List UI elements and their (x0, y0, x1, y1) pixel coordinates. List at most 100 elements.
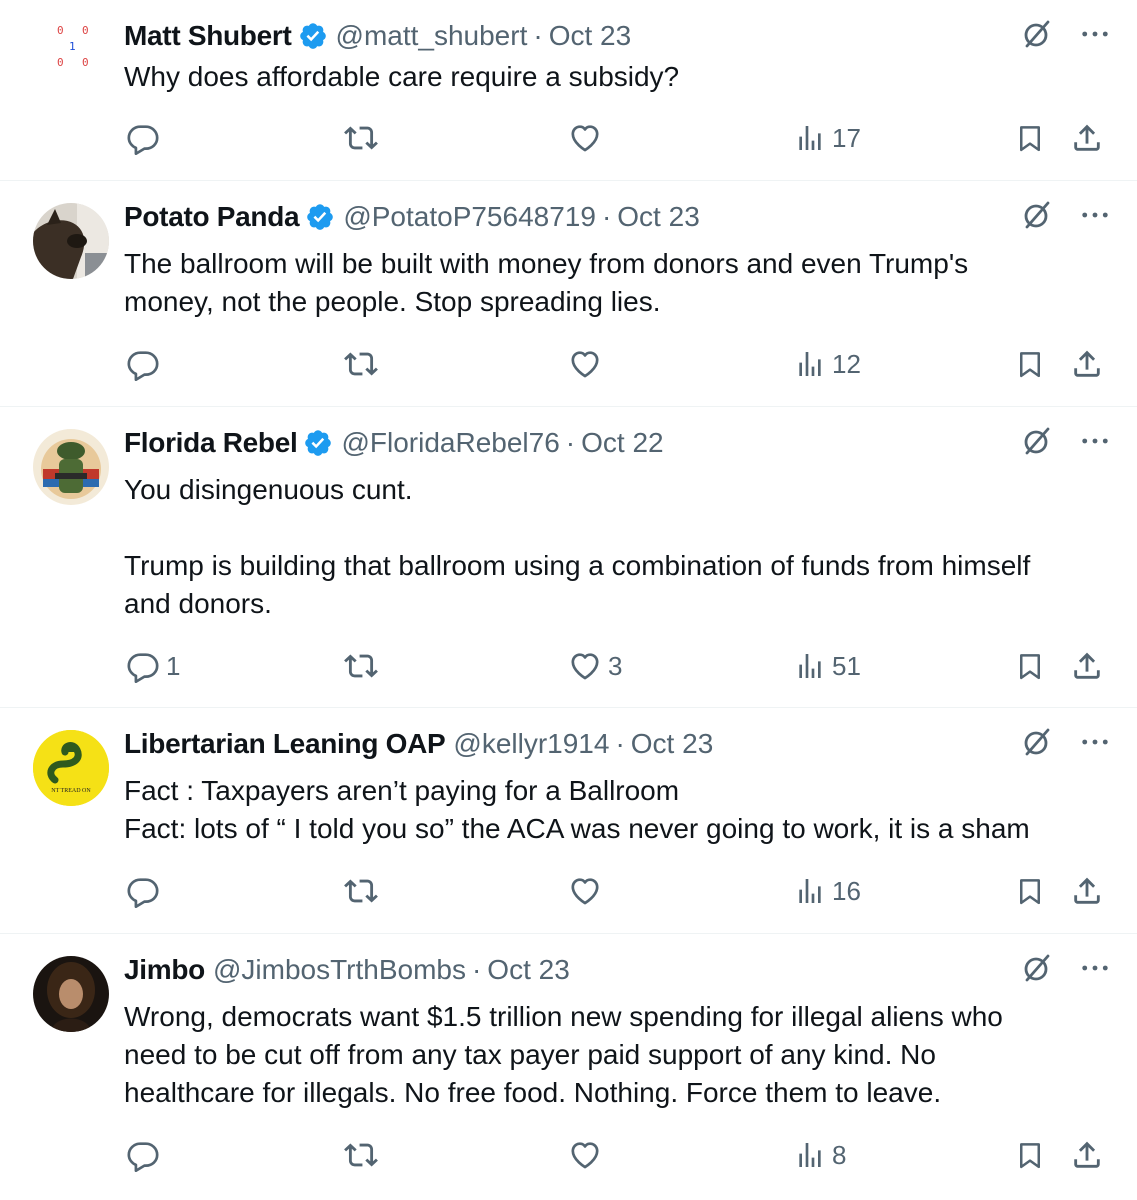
avatar[interactable]: NT TREAD ON (33, 730, 109, 806)
tweet-header: Potato Panda @PotatoP75648719 · Oct 23 (124, 197, 977, 237)
reply-icon (126, 649, 160, 683)
bookmark-icon (1015, 875, 1045, 907)
views-button[interactable]: 16 (794, 871, 861, 911)
user-handle[interactable]: @PotatoP75648719 (343, 201, 596, 233)
like-button[interactable] (568, 344, 608, 384)
tweet-actions: 8 (0, 1135, 1137, 1175)
more-icon (1081, 29, 1109, 39)
reply-button[interactable] (126, 118, 166, 158)
reply-icon (126, 874, 160, 908)
bookmark-button[interactable] (1015, 646, 1045, 686)
views-button[interactable]: 51 (794, 646, 861, 686)
more-button[interactable] (1081, 436, 1109, 446)
tweet-top-icons (1021, 199, 1109, 231)
like-button[interactable] (568, 871, 608, 911)
share-button[interactable] (1070, 118, 1104, 158)
more-button[interactable] (1081, 963, 1109, 973)
views-button[interactable]: 17 (794, 118, 861, 158)
share-button[interactable] (1070, 871, 1104, 911)
grok-button[interactable] (1021, 18, 1053, 50)
more-button[interactable] (1081, 29, 1109, 39)
avatar[interactable]: 0 0 1 0 0 (33, 14, 109, 90)
tweet-header: Matt Shubert @matt_shubert · Oct 23 (124, 16, 977, 56)
display-name[interactable]: Libertarian Leaning OAP (124, 728, 446, 760)
like-icon (568, 347, 602, 381)
share-button[interactable] (1070, 1135, 1104, 1175)
verified-badge-icon (298, 21, 328, 51)
tweet-potato-panda[interactable]: Potato Panda @PotatoP75648719 · Oct 23 T… (0, 181, 1137, 407)
avatar[interactable] (33, 203, 109, 279)
share-icon (1070, 347, 1104, 381)
reply-button[interactable] (126, 1135, 166, 1175)
retweet-icon (344, 121, 378, 155)
avatar-digit: 0 (82, 56, 89, 69)
tweet-matt-shubert[interactable]: 0 0 1 0 0 Matt Shubert @matt_shubert · O… (0, 0, 1137, 181)
tweet-date[interactable]: Oct 23 (549, 20, 631, 52)
verified-badge-icon (305, 202, 335, 232)
like-button[interactable] (568, 1135, 608, 1175)
retweet-button[interactable] (344, 118, 384, 158)
like-button[interactable]: 3 (568, 646, 622, 686)
like-icon (568, 121, 602, 155)
reply-button[interactable] (126, 344, 166, 384)
grok-icon (1021, 199, 1053, 231)
reply-button[interactable] (126, 871, 166, 911)
bookmark-button[interactable] (1015, 1135, 1045, 1175)
share-button[interactable] (1070, 646, 1104, 686)
grok-button[interactable] (1021, 199, 1053, 231)
verified-badge-icon (303, 428, 333, 458)
separator-dot: · (471, 954, 482, 985)
views-button[interactable]: 12 (794, 344, 861, 384)
user-handle[interactable]: @kellyr1914 (453, 728, 609, 760)
separator-dot: · (615, 728, 625, 759)
reply-button[interactable]: 1 (126, 646, 180, 686)
grok-button[interactable] (1021, 425, 1053, 457)
user-handle[interactable]: @matt_shubert (336, 20, 528, 52)
retweet-button[interactable] (344, 646, 384, 686)
tweet-top-icons (1021, 18, 1109, 50)
avatar-digits-image: 0 0 1 0 0 (57, 24, 89, 69)
retweet-button[interactable] (344, 344, 384, 384)
bookmark-button[interactable] (1015, 344, 1045, 384)
avatar-digit: 1 (69, 40, 76, 53)
grok-button[interactable] (1021, 726, 1053, 758)
share-button[interactable] (1070, 344, 1104, 384)
tweet-date[interactable]: Oct 23 (487, 954, 569, 986)
tweet-date[interactable]: Oct 23 (617, 201, 699, 233)
bookmark-button[interactable] (1015, 118, 1045, 158)
grok-button[interactable] (1021, 952, 1053, 984)
tweet-date[interactable]: Oct 22 (581, 427, 663, 459)
user-handle[interactable]: @FloridaRebel76 (341, 427, 559, 459)
tweet-actions: 17 (0, 118, 1137, 158)
grok-icon (1021, 425, 1053, 457)
user-handle[interactable]: @JimbosTrthBombs (213, 954, 466, 986)
more-button[interactable] (1081, 737, 1109, 747)
display-name[interactable]: Florida Rebel (124, 427, 298, 459)
tweet-top-icons (1021, 425, 1109, 457)
avatar[interactable] (33, 956, 109, 1032)
display-name[interactable]: Matt Shubert (124, 20, 292, 52)
retweet-button[interactable] (344, 871, 384, 911)
views-button[interactable]: 8 (794, 1135, 846, 1175)
bookmark-button[interactable] (1015, 871, 1045, 911)
avatar-flag-text: NT TREAD ON (51, 788, 91, 794)
avatar[interactable] (33, 429, 109, 505)
tweet-jimbo[interactable]: Jimbo @JimbosTrthBombs · Oct 23 Wrong, d… (0, 934, 1137, 1200)
more-icon (1081, 436, 1109, 446)
reply-icon (126, 121, 160, 155)
grok-icon (1021, 952, 1053, 984)
display-name[interactable]: Potato Panda (124, 201, 300, 233)
tweet-header: Florida Rebel @FloridaRebel76 · Oct 22 (124, 423, 977, 463)
tweet-text: Fact : Taxpayers aren’t paying for a Bal… (124, 775, 1030, 844)
tweet-florida-rebel[interactable]: Florida Rebel @FloridaRebel76 · Oct 22 Y… (0, 407, 1137, 708)
retweet-icon (344, 347, 378, 381)
display-name[interactable]: Jimbo (124, 954, 205, 986)
retweet-button[interactable] (344, 1135, 384, 1175)
tweet-date[interactable]: Oct 23 (631, 728, 713, 760)
more-button[interactable] (1081, 210, 1109, 220)
like-button[interactable] (568, 118, 608, 158)
avatar-gator-soldier (33, 429, 109, 505)
tweet-text: Why does affordable care require a subsi… (124, 61, 680, 92)
tweet-top-icons (1021, 952, 1109, 984)
tweet-libertarian-leaning-oap[interactable]: NT TREAD ON Libertarian Leaning OAP @kel… (0, 708, 1137, 934)
